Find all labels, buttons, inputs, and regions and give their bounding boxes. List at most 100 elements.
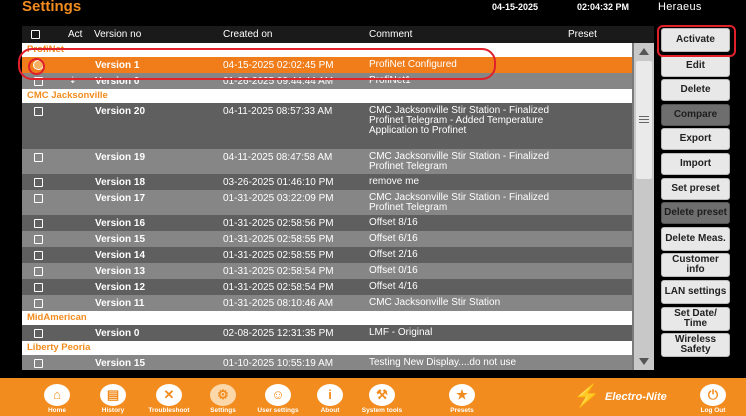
group-header: Liberty Peoria: [22, 341, 632, 355]
gear-icon: ⚙: [210, 384, 236, 406]
folder-icon: ▤: [100, 384, 126, 406]
created-on: 01-31-2025 02:58:55 PM: [223, 250, 334, 261]
delete-preset-button[interactable]: Delete preset: [661, 202, 730, 225]
row-checkbox[interactable]: [34, 267, 43, 276]
nav-log-out[interactable]: ⏻ Log Out: [683, 378, 743, 416]
table-row[interactable]: Version 13 01-31-2025 02:58:54 PM Offset 0…: [22, 263, 632, 279]
table-row[interactable]: Version 0 02-08-2025 12:31:35 PM LMF - Ori…: [22, 325, 632, 341]
group-name: MidAmerican: [27, 312, 87, 323]
row-checkbox[interactable]: [34, 235, 43, 244]
nav-label: About: [320, 407, 340, 414]
created-on: 03-26-2025 01:46:10 PM: [223, 177, 334, 188]
table-row[interactable]: Version 19 04-11-2025 08:47:58 AM CMC Jack…: [22, 149, 632, 174]
home-icon: ⌂: [44, 384, 70, 406]
nav-label: History: [101, 407, 125, 414]
group-header: ProfiNet: [22, 43, 632, 57]
table-row[interactable]: Version 15 01-31-2025 02:58:55 PM Offset 6…: [22, 231, 632, 247]
version-no: Version 16: [95, 218, 146, 229]
comment: CMC Jacksonville Stir Station - Finalize…: [369, 105, 550, 136]
table-row[interactable]: ⇣ Version 0 01-26-2025 09:44:44 AM ProfiNet…: [22, 73, 632, 89]
set-date-time-button[interactable]: Set Date/ Time: [661, 306, 730, 331]
created-on: 01-10-2025 10:55:19 AM: [223, 358, 334, 369]
compare-button[interactable]: Compare: [661, 103, 730, 126]
group-header: CMC Jacksonville: [22, 89, 632, 103]
date-display: 04-15-2025: [492, 2, 539, 12]
comment: CMC Jacksonville Stir Station - Finalize…: [369, 192, 550, 213]
row-checkbox[interactable]: [34, 251, 43, 260]
scroll-thumb[interactable]: [636, 61, 652, 179]
comment: ProfiNet Configured: [369, 59, 457, 70]
scroll-up-icon[interactable]: [639, 48, 649, 55]
version-no: Version 20: [95, 106, 146, 117]
lan-settings-button[interactable]: LAN settings: [661, 280, 730, 304]
delete-button[interactable]: Delete: [661, 79, 730, 102]
nav-label: Settings: [210, 407, 236, 414]
select-all-checkbox[interactable]: [31, 30, 40, 39]
row-checkbox[interactable]: [34, 194, 43, 203]
time-display: 02:04:32 PM: [577, 2, 630, 12]
customer-info-button[interactable]: Customer info: [661, 253, 730, 278]
created-on: 02-08-2025 12:31:35 PM: [223, 328, 334, 339]
page-title: Settings: [22, 0, 82, 15]
group-header: MidAmerican: [22, 311, 632, 325]
table-row[interactable]: Version 18 03-26-2025 01:46:10 PM remove m…: [22, 174, 632, 190]
table-row[interactable]: Version 20 04-11-2025 08:57:33 AM CMC Jack…: [22, 103, 632, 149]
row-checkbox[interactable]: [34, 107, 43, 116]
row-checkbox[interactable]: [34, 299, 43, 308]
nav-settings[interactable]: ⚙ Settings: [193, 378, 253, 416]
edit-button[interactable]: Edit: [661, 54, 730, 77]
bottom-nav: ⌂ Home ▤ History ✕ Troubleshoot ⚙ Settings ☺ User…: [0, 378, 746, 416]
export-button[interactable]: Export: [661, 128, 730, 151]
nav-home[interactable]: ⌂ Home: [27, 378, 87, 416]
row-checkbox[interactable]: [34, 283, 43, 292]
activate-button[interactable]: Activate: [661, 28, 730, 52]
delete-meas-button[interactable]: Delete Meas.: [661, 226, 730, 251]
about-icon: i: [317, 384, 343, 406]
created-on: 04-15-2025 02:02:45 PM: [223, 60, 334, 71]
nav-history[interactable]: ▤ History: [83, 378, 143, 416]
created-on: 01-31-2025 02:58:54 PM: [223, 266, 334, 277]
table-row[interactable]: Version 12 01-31-2025 02:58:54 PM Offset 4…: [22, 279, 632, 295]
created-on: 01-31-2025 02:58:55 PM: [223, 234, 334, 245]
nav-system-tools[interactable]: ⚒ System tools: [352, 378, 412, 416]
row-checkbox[interactable]: [34, 219, 43, 228]
row-checkbox[interactable]: [34, 359, 43, 368]
nav-label: Presets: [450, 407, 474, 414]
import-button[interactable]: Import: [661, 153, 730, 175]
comment: Offset 4/16: [369, 281, 418, 292]
comment: CMC Jacksonville Stir Station - Finalize…: [369, 151, 550, 172]
row-checkbox[interactable]: [34, 153, 43, 162]
nav-presets[interactable]: ★ Presets: [432, 378, 492, 416]
table-row[interactable]: Version 17 01-31-2025 03:22:09 PM CMC Jack…: [22, 190, 632, 215]
created-on: 01-31-2025 02:58:56 PM: [223, 218, 334, 229]
nav-user-settings[interactable]: ☺ User settings: [248, 378, 308, 416]
column-header-comment: Comment: [369, 29, 413, 40]
set-preset-button[interactable]: Set preset: [661, 177, 730, 200]
top-bar: Settings 04-15-2025 02:04:32 PM Heraeus: [0, 0, 746, 16]
row-checkbox[interactable]: [34, 329, 43, 338]
table-scrollbar[interactable]: [634, 43, 654, 370]
scroll-down-icon[interactable]: [639, 358, 649, 365]
comment: Offset 0/16: [369, 265, 418, 276]
table-row[interactable]: Version 15 01-10-2025 10:55:19 AM Testing …: [22, 355, 632, 370]
tools-icon: ✕: [156, 384, 182, 406]
created-on: 01-31-2025 08:10:46 AM: [223, 298, 334, 309]
table-row[interactable]: Version 16 01-31-2025 02:58:56 PM Offset 8…: [22, 215, 632, 231]
table-row[interactable]: Version 14 01-31-2025 02:58:55 PM Offset 2…: [22, 247, 632, 263]
group-name: Liberty Peoria: [27, 342, 91, 353]
table-row[interactable]: Version 1 04-15-2025 02:02:45 PM ProfiNet …: [22, 57, 632, 73]
nav-label: User settings: [257, 407, 299, 414]
nav-troubleshoot[interactable]: ✕ Troubleshoot: [139, 378, 199, 416]
row-checkbox[interactable]: [34, 77, 43, 86]
version-no: Version 15: [95, 358, 146, 369]
version-no: Version 0: [95, 76, 140, 87]
brand-logo: Heraeus: [658, 1, 702, 13]
created-on: 01-31-2025 03:22:09 PM: [223, 193, 334, 204]
table-row[interactable]: Version 11 01-31-2025 08:10:46 AM CMC Jack…: [22, 295, 632, 311]
nav-label: System tools: [361, 407, 403, 414]
wireless-safety-button[interactable]: Wireless Safety: [661, 333, 730, 358]
group-name: ProfiNet: [27, 44, 64, 55]
nav-about[interactable]: i About: [300, 378, 360, 416]
nav-label: Home: [47, 407, 67, 414]
row-checkbox[interactable]: [34, 178, 43, 187]
